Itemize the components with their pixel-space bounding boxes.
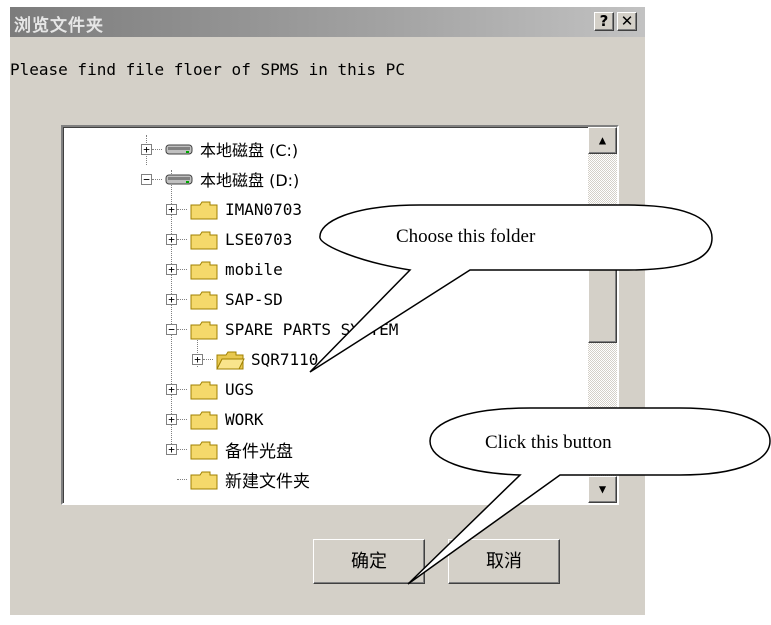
callout-text-folder: Choose this folder: [396, 226, 536, 247]
callout-text-button: Click this button: [485, 432, 612, 453]
callout-overlay: [309, 204, 771, 585]
